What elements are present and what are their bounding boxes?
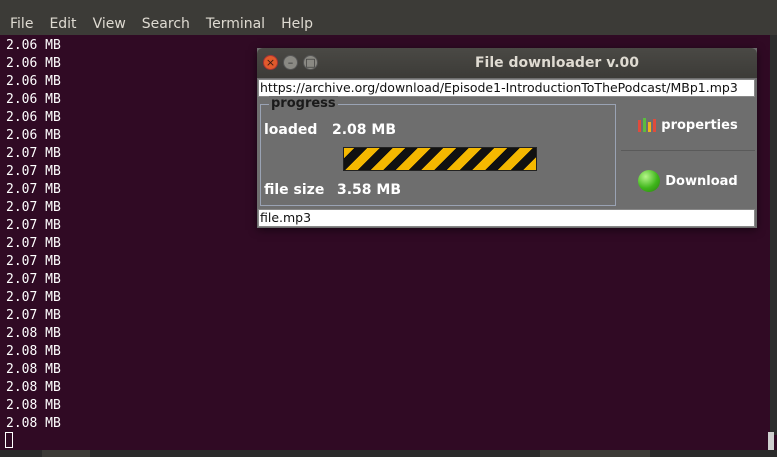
terminal-menubar: File Edit View Search Terminal Help [0,12,777,35]
background-window-edge [770,35,777,435]
progress-bar [343,147,537,171]
terminal-line: 2.08 MB [6,344,61,359]
terminal-scrollbar-thumb[interactable] [768,432,774,450]
terminal-line: 2.08 MB [6,398,61,413]
terminal-line: 2.08 MB [6,416,61,431]
terminal-line: 2.07 MB [6,164,61,179]
terminal-line: 2.06 MB [6,38,61,53]
downloader-title: File downloader v.00 [474,55,639,71]
loaded-label: loaded [264,122,318,138]
properties-button[interactable]: properties [621,100,755,151]
menu-edit[interactable]: Edit [39,16,82,32]
menu-view[interactable]: View [83,16,132,32]
taskbar-strip [0,450,777,457]
terminal-line: 2.07 MB [6,146,61,161]
file-size-value: 3.58 MB [337,182,402,198]
properties-label: properties [661,117,738,133]
menu-file[interactable]: File [0,16,39,32]
terminal-line: 2.07 MB [6,290,61,305]
file-downloader-window: × – □ File downloader v.00 https://archi… [257,48,757,228]
terminal-line: 2.08 MB [6,380,61,395]
terminal-line: 2.07 MB [6,254,61,269]
terminal-line: 2.07 MB [6,200,61,215]
terminal-line: 2.06 MB [6,92,61,107]
loaded-value: 2.08 MB [332,122,397,138]
progress-group: progress loaded 2.08 MB file size 3.58 M… [260,96,616,206]
terminal-line: 2.06 MB [6,56,61,71]
filename-input[interactable]: file.mp3 [258,209,755,227]
terminal-line: 2.07 MB [6,236,61,251]
download-button[interactable]: Download [621,154,755,208]
green-ball-icon [638,170,661,192]
terminal-line: 2.06 MB [6,74,61,89]
menu-help[interactable]: Help [271,16,319,32]
menu-terminal[interactable]: Terminal [196,16,271,32]
progress-legend: progress [269,96,338,111]
url-input[interactable]: https://archive.org/download/Episode1-In… [258,79,755,97]
terminal-line: 2.06 MB [6,110,61,125]
download-label: Download [665,173,738,189]
terminal-line: 2.07 MB [6,308,61,323]
file-size-label: file size [264,182,325,198]
taskbar-item[interactable] [42,450,90,457]
taskbar-item[interactable] [540,450,650,457]
menu-search[interactable]: Search [132,16,196,32]
terminal-line: 2.07 MB [6,182,61,197]
terminal-line: 2.06 MB [6,128,61,143]
downloader-title-bar[interactable]: × – □ File downloader v.00 [257,48,757,78]
bar-chart-icon [638,118,657,132]
terminal-output: 2.06 MB 2.06 MB 2.06 MB 2.06 MB 2.06 MB … [6,37,61,433]
terminal-line: 2.08 MB [6,326,61,341]
terminal-line: 2.08 MB [6,362,61,377]
terminal-line: 2.07 MB [6,272,61,287]
terminal-line: 2.07 MB [6,218,61,233]
terminal-cursor [5,432,13,448]
window-title-bar [0,0,777,12]
